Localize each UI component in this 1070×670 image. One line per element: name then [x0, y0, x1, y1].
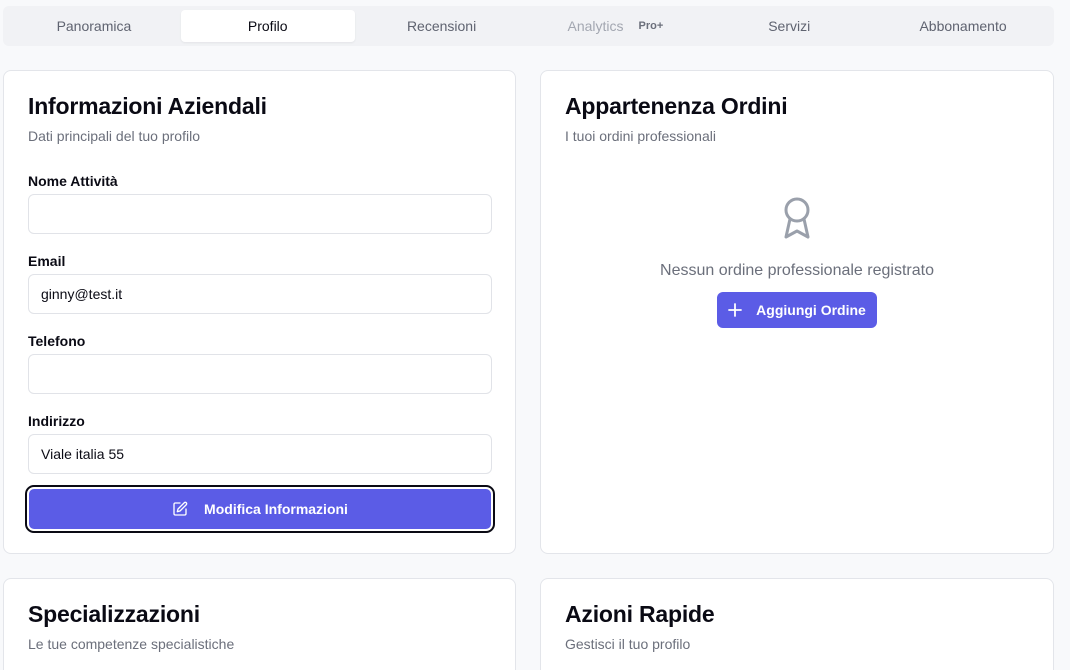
- business-info-card: Informazioni Aziendali Dati principali d…: [3, 70, 516, 554]
- address-field: Indirizzo: [28, 413, 492, 474]
- card-title: Appartenenza Ordini: [565, 93, 788, 119]
- card-subtitle: I tuoi ordini professionali: [565, 128, 716, 144]
- field-label: Telefono: [28, 333, 86, 349]
- add-order-button-label: Aggiungi Ordine: [756, 302, 866, 318]
- award-ribbon-icon: [780, 195, 814, 246]
- phone-field: Telefono: [28, 333, 492, 394]
- tab-label: Recensioni: [406, 18, 477, 34]
- card-title: Azioni Rapide: [565, 601, 715, 627]
- field-label: Indirizzo: [28, 413, 85, 429]
- tab-profilo[interactable]: Profilo: [180, 10, 355, 42]
- tab-abbonamento[interactable]: Abbonamento: [876, 10, 1050, 42]
- card-title: Informazioni Aziendali: [28, 93, 267, 119]
- tab-label: Panoramica: [56, 18, 132, 34]
- tab-servizi[interactable]: Servizi: [702, 10, 876, 42]
- email-input[interactable]: [28, 274, 492, 314]
- tab-analytics[interactable]: Analytics Pro+: [528, 10, 702, 42]
- field-label: Nome Attività: [28, 173, 118, 189]
- specializations-card: Specializzazioni Le tue competenze speci…: [3, 578, 516, 670]
- add-order-button[interactable]: Aggiungi Ordine: [717, 292, 877, 328]
- email-field: Email: [28, 253, 492, 314]
- business-name-input[interactable]: [28, 194, 492, 234]
- edit-info-button[interactable]: Modifica Informazioni: [25, 485, 495, 533]
- card-subtitle: Dati principali del tuo profilo: [28, 128, 200, 144]
- empty-state-text: Nessun ordine professionale registrato: [660, 262, 934, 279]
- tab-label: Profilo: [247, 18, 288, 34]
- phone-input[interactable]: [28, 354, 492, 394]
- tab-bar: Panoramica Profilo Recensioni Analytics …: [3, 6, 1054, 46]
- page: Panoramica Profilo Recensioni Analytics …: [0, 0, 1070, 670]
- address-input[interactable]: [28, 434, 492, 474]
- pro-plus-badge: Pro+: [638, 20, 664, 32]
- professional-orders-card: Appartenenza Ordini I tuoi ordini profes…: [540, 70, 1054, 554]
- tab-label: Analytics: [567, 18, 624, 34]
- tab-label: Servizi: [768, 18, 811, 34]
- tab-recensioni[interactable]: Recensioni: [355, 10, 529, 42]
- tab-label: Abbonamento: [919, 18, 1007, 34]
- quick-actions-card: Azioni Rapide Gestisci il tuo profilo: [540, 578, 1054, 670]
- card-subtitle: Gestisci il tuo profilo: [565, 636, 691, 652]
- pencil-square-icon: [172, 501, 188, 517]
- edit-info-button-label: Modifica Informazioni: [204, 501, 348, 517]
- business-name-field: Nome Attività: [28, 173, 492, 234]
- card-subtitle: Le tue competenze specialistiche: [28, 636, 235, 652]
- card-title: Specializzazioni: [28, 601, 200, 627]
- tab-panoramica[interactable]: Panoramica: [7, 10, 181, 42]
- empty-state: Nessun ordine professionale registrato A…: [541, 195, 1053, 328]
- plus-icon: [728, 303, 743, 317]
- field-label: Email: [28, 253, 66, 269]
